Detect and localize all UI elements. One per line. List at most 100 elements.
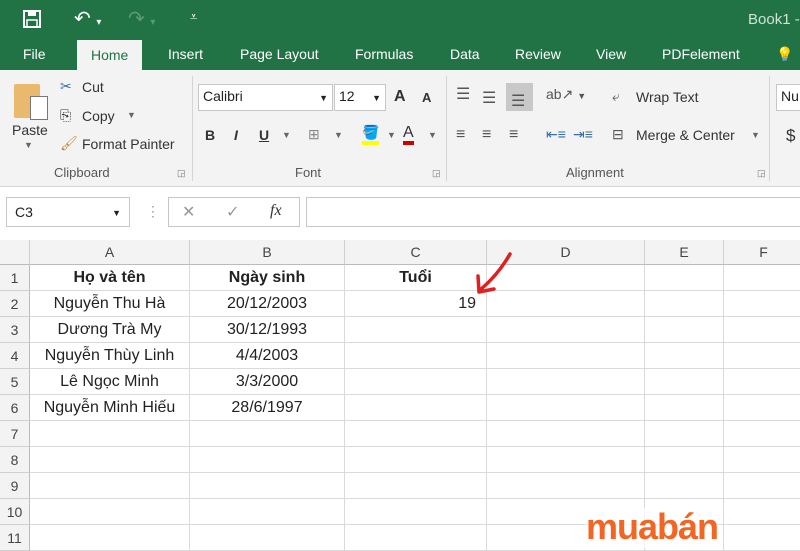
font-color-dropdown-icon[interactable]: ▼ xyxy=(428,130,437,140)
tab-review[interactable]: Review xyxy=(515,46,561,62)
row-header-8[interactable]: 8 xyxy=(0,447,30,473)
column-header-b[interactable]: B xyxy=(190,240,345,265)
wrap-text-button[interactable]: Wrap Text xyxy=(636,89,699,105)
alignment-launcher-icon[interactable]: ◲ xyxy=(757,168,766,179)
cell-c6[interactable] xyxy=(345,395,487,421)
row-header-11[interactable]: 11 xyxy=(0,525,30,551)
font-name-select[interactable]: Calibri ▼ xyxy=(198,84,333,111)
cell-d9[interactable] xyxy=(487,473,645,499)
enter-icon[interactable]: ✓ xyxy=(226,202,239,222)
number-format-select[interactable]: Nu xyxy=(776,84,800,111)
cell-b9[interactable] xyxy=(190,473,345,499)
tab-view[interactable]: View xyxy=(596,46,626,62)
cell-e5[interactable] xyxy=(645,369,724,395)
cell-f11[interactable] xyxy=(724,525,800,551)
cell-f5[interactable] xyxy=(724,369,800,395)
cell-a2[interactable]: Nguyễn Thu Hà xyxy=(30,291,190,317)
cell-a1[interactable]: Họ và tên xyxy=(30,265,190,291)
tab-formulas[interactable]: Formulas xyxy=(355,46,413,62)
borders-icon[interactable]: ⊞ xyxy=(308,126,320,143)
cell-f8[interactable] xyxy=(724,447,800,473)
cell-e6[interactable] xyxy=(645,395,724,421)
cell-a8[interactable] xyxy=(30,447,190,473)
currency-button[interactable]: $ xyxy=(786,126,795,146)
cell-a10[interactable] xyxy=(30,499,190,525)
font-launcher-icon[interactable]: ◲ xyxy=(432,168,441,179)
cell-d6[interactable] xyxy=(487,395,645,421)
underline-dropdown-icon[interactable]: ▼ xyxy=(282,130,291,140)
cell-a5[interactable]: Lê Ngọc Minh xyxy=(30,369,190,395)
cell-b3[interactable]: 30/12/1993 xyxy=(190,317,345,343)
cell-c1[interactable]: Tuổi xyxy=(345,265,487,291)
cell-d4[interactable] xyxy=(487,343,645,369)
copy-button[interactable]: Copy xyxy=(82,108,115,124)
merge-center-button[interactable]: Merge & Center xyxy=(636,127,735,143)
cell-e3[interactable] xyxy=(645,317,724,343)
cell-c2[interactable]: 19 xyxy=(345,291,487,317)
cell-f6[interactable] xyxy=(724,395,800,421)
cut-button[interactable]: Cut xyxy=(82,79,104,95)
row-header-4[interactable]: 4 xyxy=(0,343,30,369)
font-color-button[interactable]: A xyxy=(403,125,414,145)
lightbulb-icon[interactable]: 💡 xyxy=(776,46,793,63)
name-box[interactable]: C3 ▼ xyxy=(6,197,130,227)
cell-d3[interactable] xyxy=(487,317,645,343)
format-painter-button[interactable]: Format Painter xyxy=(82,136,175,152)
save-icon[interactable] xyxy=(22,9,42,29)
row-header-1[interactable]: 1 xyxy=(0,265,30,291)
cell-a3[interactable]: Dương Trà My xyxy=(30,317,190,343)
cell-c8[interactable] xyxy=(345,447,487,473)
cell-b5[interactable]: 3/3/2000 xyxy=(190,369,345,395)
borders-dropdown-icon[interactable]: ▼ xyxy=(334,130,343,140)
underline-button[interactable]: U xyxy=(259,127,269,143)
paste-icon[interactable] xyxy=(12,80,48,126)
align-right-icon[interactable]: ≡ xyxy=(509,126,518,144)
bold-button[interactable]: B xyxy=(205,127,215,143)
row-header-5[interactable]: 5 xyxy=(0,369,30,395)
cell-e9[interactable] xyxy=(645,473,724,499)
cell-d7[interactable] xyxy=(487,421,645,447)
orientation-icon[interactable]: ab↗ ▼ xyxy=(546,86,586,103)
column-header-f[interactable]: F xyxy=(724,240,800,265)
insert-function-button[interactable]: fx xyxy=(270,202,282,220)
cell-e4[interactable] xyxy=(645,343,724,369)
bottom-align-icon[interactable]: ☰ xyxy=(506,83,533,111)
row-header-3[interactable]: 3 xyxy=(0,317,30,343)
cell-f3[interactable] xyxy=(724,317,800,343)
align-center-icon[interactable]: ≡ xyxy=(482,126,491,144)
cell-c11[interactable] xyxy=(345,525,487,551)
cell-a7[interactable] xyxy=(30,421,190,447)
cell-c3[interactable] xyxy=(345,317,487,343)
tab-insert[interactable]: Insert xyxy=(168,46,203,62)
cell-c4[interactable] xyxy=(345,343,487,369)
top-align-icon[interactable]: ☰ xyxy=(456,84,470,104)
cell-a4[interactable]: Nguyễn Thùy Linh xyxy=(30,343,190,369)
row-header-10[interactable]: 10 xyxy=(0,499,30,525)
cell-e7[interactable] xyxy=(645,421,724,447)
font-size-select[interactable]: 12 ▼ xyxy=(334,84,386,111)
fill-color-dropdown-icon[interactable]: ▼ xyxy=(387,130,396,140)
cell-b7[interactable] xyxy=(190,421,345,447)
increase-indent-icon[interactable]: ⇥≡ xyxy=(573,126,593,143)
cell-f9[interactable] xyxy=(724,473,800,499)
cell-e2[interactable] xyxy=(645,291,724,317)
customize-qat-icon[interactable]: ⩡ xyxy=(190,9,197,25)
middle-align-icon[interactable]: ☰ xyxy=(482,88,496,108)
cell-c5[interactable] xyxy=(345,369,487,395)
cell-a9[interactable] xyxy=(30,473,190,499)
copy-dropdown-icon[interactable]: ▼ xyxy=(127,110,136,120)
cell-a6[interactable]: Nguyễn Minh Hiếu xyxy=(30,395,190,421)
fill-color-icon[interactable]: 🪣 xyxy=(362,124,380,145)
cell-f10[interactable] xyxy=(724,499,800,525)
cancel-icon[interactable]: ✕ xyxy=(182,202,195,222)
align-left-icon[interactable]: ≡ xyxy=(456,126,465,144)
cell-b6[interactable]: 28/6/1997 xyxy=(190,395,345,421)
cell-d5[interactable] xyxy=(487,369,645,395)
row-header-6[interactable]: 6 xyxy=(0,395,30,421)
cell-c10[interactable] xyxy=(345,499,487,525)
cell-b2[interactable]: 20/12/2003 xyxy=(190,291,345,317)
tab-file[interactable]: File xyxy=(23,46,46,62)
cell-a11[interactable] xyxy=(30,525,190,551)
shrink-font-button[interactable]: A xyxy=(422,90,431,105)
select-all-button[interactable] xyxy=(0,240,30,265)
